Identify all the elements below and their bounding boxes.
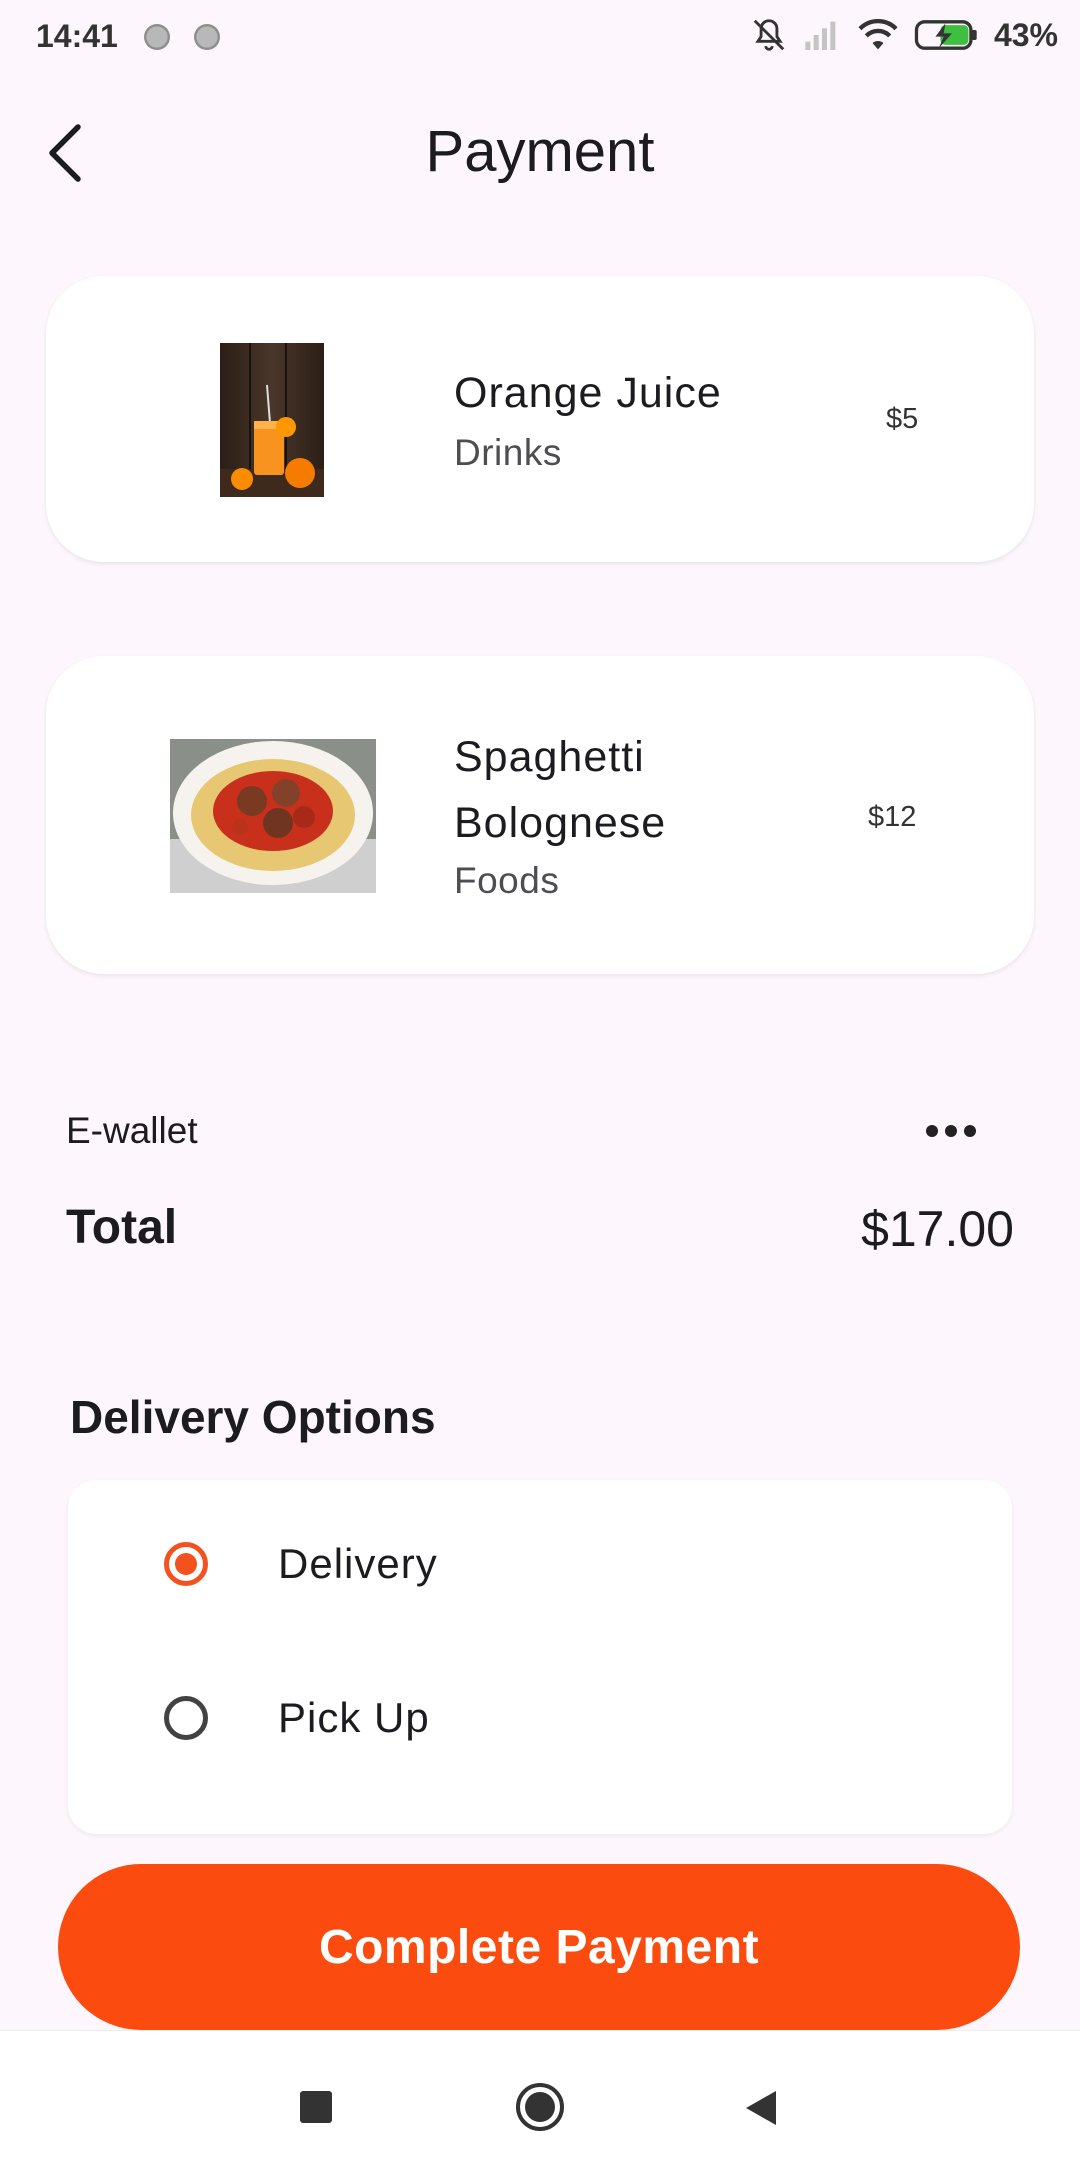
- order-item-card: Spaghetti Bolognese Foods $12: [46, 656, 1034, 974]
- more-options-button[interactable]: [916, 1110, 986, 1152]
- item-price: $12: [868, 801, 917, 833]
- payment-method-label: E-wallet: [66, 1110, 198, 1151]
- spaghetti-image: [170, 739, 376, 893]
- total-value: $17.00: [861, 1201, 1014, 1257]
- status-icons: 43%: [750, 16, 1058, 54]
- pickup-option[interactable]: Pick Up: [164, 1694, 430, 1742]
- more-dots-icon: [945, 1125, 957, 1137]
- page-title: Payment: [425, 119, 655, 184]
- wifi-icon: [858, 18, 898, 50]
- complete-payment-button[interactable]: Complete Payment: [58, 1864, 1020, 2030]
- notification-dot-icon: [194, 24, 220, 50]
- orange-juice-image: [220, 343, 324, 497]
- item-category: Drinks: [454, 432, 562, 473]
- delivery-options-card: Delivery Pick Up: [68, 1480, 1012, 1834]
- item-name-line2: Bolognese: [454, 799, 667, 847]
- radio-selected-icon[interactable]: [164, 1542, 208, 1586]
- battery-percent: 43%: [993, 16, 1058, 53]
- order-item-card: Orange Juice Drinks $5: [46, 276, 1034, 562]
- delivery-option[interactable]: Delivery: [164, 1540, 438, 1588]
- signal-icon: [805, 21, 836, 50]
- item-name: Orange Juice: [454, 369, 722, 417]
- total-label: Total: [66, 1201, 178, 1254]
- pickup-option-label: Pick Up: [278, 1694, 430, 1741]
- back-triangle-icon[interactable]: [744, 2089, 778, 2127]
- item-name-line1: Spaghetti: [454, 733, 645, 781]
- delivery-option-label: Delivery: [278, 1540, 438, 1587]
- item-price: $5: [886, 403, 919, 435]
- more-dots-icon: [964, 1125, 976, 1137]
- battery-charging-icon: [914, 20, 977, 50]
- item-category: Foods: [454, 860, 560, 901]
- system-nav-bar: [0, 2030, 1080, 2161]
- more-dots-icon: [926, 1125, 938, 1137]
- notification-dot-icon: [144, 24, 170, 50]
- status-time: 14:41: [36, 18, 118, 54]
- delivery-options-title: Delivery Options: [70, 1391, 436, 1443]
- mute-bell-icon: [753, 19, 785, 51]
- recents-square-icon[interactable]: [300, 2091, 332, 2123]
- home-circle-icon[interactable]: [514, 2081, 566, 2133]
- radio-unselected-icon[interactable]: [164, 1696, 208, 1740]
